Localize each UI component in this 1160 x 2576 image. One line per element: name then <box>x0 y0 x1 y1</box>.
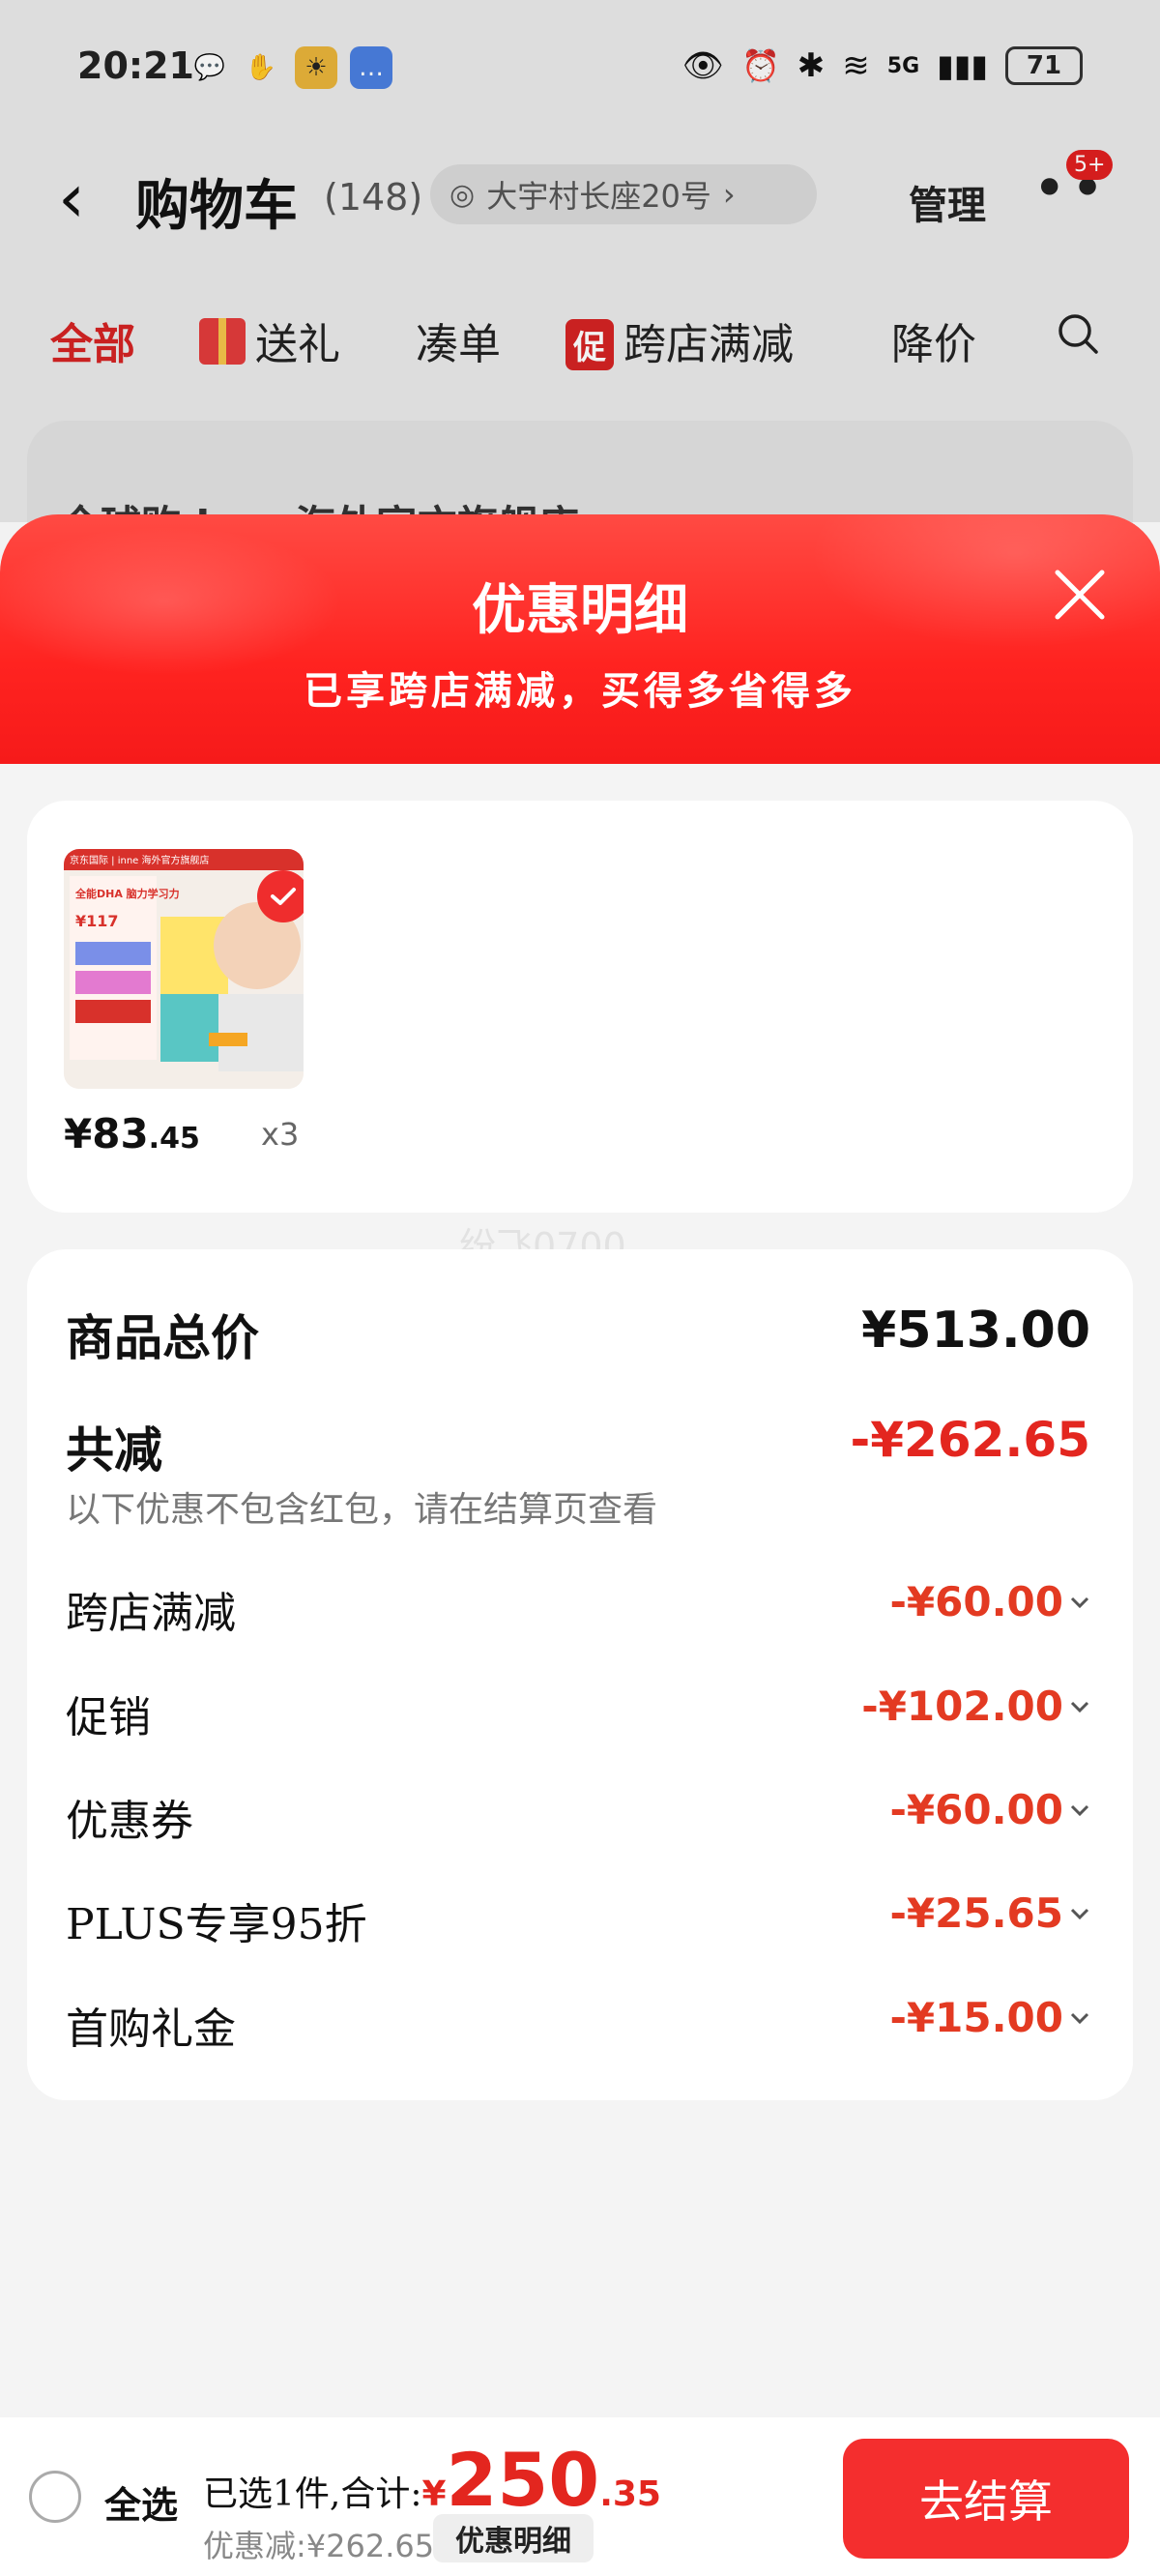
product-image[interactable]: 京东国际 | inne 海外官方旗舰店 全能DHA 脑力学习力 ¥117 <box>64 849 304 1089</box>
discount-amount: 优惠减:¥262.65 <box>203 2528 435 2564</box>
product-price: ¥83.45 <box>64 1110 200 1157</box>
dim-overlay[interactable] <box>0 0 1160 522</box>
sheet-subtitle: 已享跨店满减，买得多省得多 <box>304 668 856 714</box>
product-card: 京东国际 | inne 海外官方旗舰店 全能DHA 脑力学习力 ¥117 ¥83… <box>27 801 1133 1213</box>
svg-text:京东国际 | inne 海外官方旗舰店: 京东国际 | inne 海外官方旗舰店 <box>70 854 210 866</box>
chevron-down-icon <box>1070 1804 1089 1816</box>
chevron-down-icon <box>1070 2012 1089 2024</box>
chevron-down-icon <box>1070 1701 1089 1712</box>
selected-total: 已选1件,合计:¥250.35 <box>203 2437 661 2523</box>
total-decimal: .35 <box>599 2474 661 2514</box>
discount-label-coupon: 优惠券 <box>66 1797 193 1846</box>
total-price-value: ¥513.00 <box>861 1302 1090 1360</box>
total-integer: 250 <box>446 2437 600 2523</box>
total-price-label: 商品总价 <box>66 1309 259 1366</box>
discount-row-coupon[interactable]: -¥60.00 <box>889 1786 1090 1833</box>
close-icon[interactable] <box>1050 565 1110 625</box>
total-currency: ¥ <box>421 2474 447 2514</box>
discount-row-promotion[interactable]: -¥102.00 <box>861 1683 1090 1730</box>
discount-row-cross-store[interactable]: -¥60.00 <box>889 1578 1090 1625</box>
checkout-button[interactable]: 去结算 <box>843 2439 1129 2559</box>
discount-label-plus: PLUS专享95折 <box>66 1900 367 1949</box>
discount-row-plus[interactable]: -¥25.65 <box>889 1889 1090 1937</box>
discount-label-cross-store: 跨店满减 <box>66 1589 236 1638</box>
discount-summary-card: 商品总价 ¥513.00 共减 -¥262.65 以下优惠不包含红包，请在结算页… <box>27 1249 1133 2100</box>
chevron-down-icon <box>1070 1596 1089 1608</box>
select-all-label[interactable]: 全选 <box>104 2475 178 2529</box>
discount-detail-button[interactable]: 优惠明细 <box>433 2514 594 2562</box>
discount-row-first-purchase[interactable]: -¥15.00 <box>889 1994 1090 2041</box>
chevron-down-icon <box>1070 1908 1089 1919</box>
select-all-radio[interactable] <box>29 2471 81 2523</box>
product-quantity: x3 <box>261 1116 300 1153</box>
total-reduce-value: -¥262.65 <box>850 1412 1091 1468</box>
discount-detail-header: 优惠明细 已享跨店满减，买得多省得多 <box>0 514 1160 764</box>
total-reduce-label: 共减 <box>66 1421 162 1478</box>
selected-prefix: 已选1件,合计: <box>203 2474 422 2514</box>
svg-text:全能DHA 脑力学习力: 全能DHA 脑力学习力 <box>74 887 180 900</box>
discount-note: 以下优惠不包含红包，请在结算页查看 <box>66 1490 658 1530</box>
discount-label-first-purchase: 首购礼金 <box>66 2005 236 2054</box>
discount-label-promotion: 促销 <box>66 1693 151 1742</box>
selected-check-icon <box>257 870 304 922</box>
sheet-title: 优惠明细 <box>472 578 688 642</box>
checkout-bar: 全选 已选1件,合计:¥250.35 优惠减:¥262.65 优惠明细 去结算 <box>0 2417 1160 2576</box>
svg-text:¥117: ¥117 <box>75 912 119 930</box>
